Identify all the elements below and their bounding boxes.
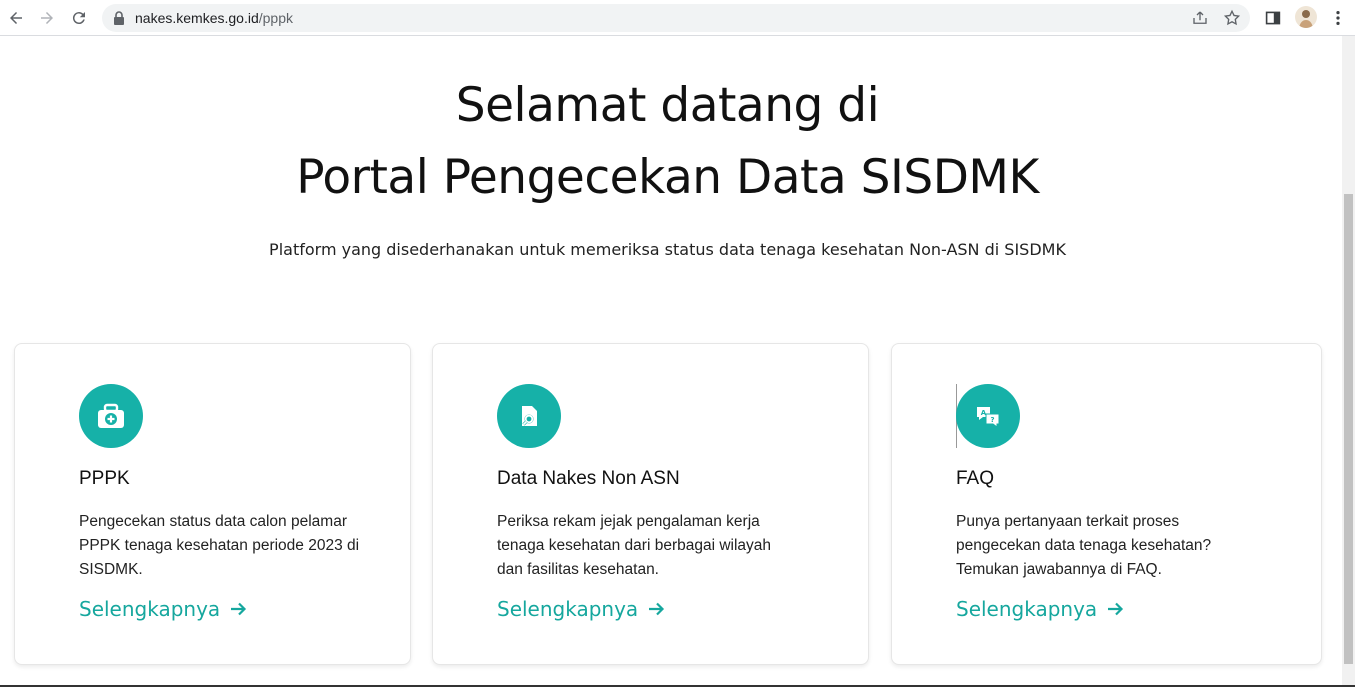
lock-icon xyxy=(114,11,124,25)
card-pppk: PPPK Pengecekan status data calon pelama… xyxy=(14,343,411,665)
card-title: FAQ xyxy=(956,468,995,489)
kebab-menu-icon xyxy=(1336,10,1340,26)
page-scrollbar[interactable] xyxy=(1342,36,1355,685)
browser-menu-button[interactable] xyxy=(1328,8,1348,28)
card-link-label: Selengkapnya xyxy=(956,597,1098,621)
card-data-nakes: Data Nakes Non ASN Periksa rekam jejak p… xyxy=(432,343,869,665)
card-link-label: Selengkapnya xyxy=(79,597,221,621)
bookmark-star-icon[interactable] xyxy=(1223,9,1241,27)
forward-arrow-icon xyxy=(41,12,53,24)
card-description: Pengecekan status data calon pelamar PPP… xyxy=(79,513,360,578)
card-faq: A ? FAQ Punya pertanyaan terkait proses … xyxy=(891,343,1322,665)
card-link-faq[interactable]: Selengkapnya xyxy=(956,597,1125,621)
arrow-right-icon xyxy=(649,602,665,616)
card-description: Periksa rekam jejak pengalaman kerja ten… xyxy=(497,513,772,578)
question-chat-icon: A ? xyxy=(956,384,1020,448)
share-icon[interactable] xyxy=(1191,9,1209,27)
card-link-data-nakes[interactable]: Selengkapnya xyxy=(497,597,666,621)
svg-text:?: ? xyxy=(990,416,994,424)
medical-kit-icon xyxy=(79,384,143,448)
arrow-right-icon xyxy=(231,602,247,616)
url-host: nakes.kemkes.go.id xyxy=(135,10,259,26)
reload-button[interactable] xyxy=(67,6,91,30)
arrow-right-icon xyxy=(1108,602,1124,616)
url-text: nakes.kemkes.go.id/pppk xyxy=(135,10,293,26)
profile-picture-icon xyxy=(1299,10,1313,28)
reload-icon xyxy=(72,12,85,25)
side-panel-icon xyxy=(1265,11,1281,25)
browser-toolbar: nakes.kemkes.go.id/pppk xyxy=(0,0,1355,36)
back-button[interactable] xyxy=(4,6,28,30)
card-title: PPPK xyxy=(79,468,130,489)
document-search-icon xyxy=(497,384,561,448)
profile-avatar[interactable] xyxy=(1295,6,1317,28)
card-title: Data Nakes Non ASN xyxy=(497,468,680,489)
hero-subtitle: Platform yang disederhanakan untuk memer… xyxy=(269,240,1066,259)
scrollbar-thumb[interactable] xyxy=(1344,194,1353,664)
url-path: /pppk xyxy=(258,10,293,26)
card-link-label: Selengkapnya xyxy=(497,597,639,621)
back-arrow-icon xyxy=(10,12,22,24)
hero-title-line2: Portal Pengecekan Data SISDMK xyxy=(296,150,1039,205)
card-link-pppk[interactable]: Selengkapnya xyxy=(79,597,248,621)
card-description: Punya pertanyaan terkait proses pengecek… xyxy=(956,513,1212,578)
address-bar[interactable]: nakes.kemkes.go.id/pppk xyxy=(102,4,1250,32)
forward-button[interactable] xyxy=(35,6,59,30)
hero-title-line1: Selamat datang di xyxy=(455,78,880,133)
side-panel-button[interactable] xyxy=(1263,8,1283,28)
